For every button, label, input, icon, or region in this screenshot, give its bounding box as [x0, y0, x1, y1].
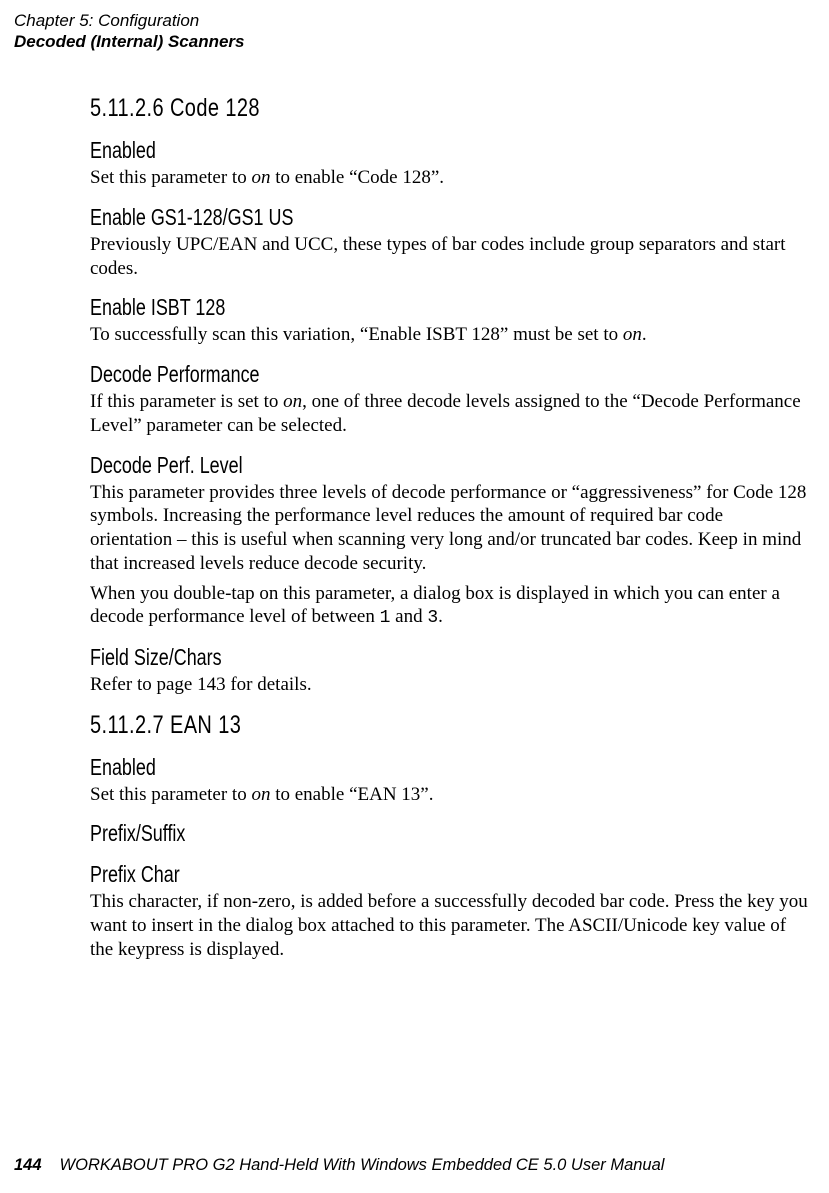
page-content: 5.11.2.6 Code 128 Enabled Set this param…: [90, 80, 809, 968]
text: UCC: [294, 234, 333, 255]
subheading-isbt: Enable ISBT 128: [90, 294, 651, 321]
text-italic: on: [251, 784, 270, 805]
heading-ean13: 5.11.2.7 EAN 13: [90, 711, 665, 740]
running-header-line2-text: Decoded (Internal) Scanners: [14, 32, 245, 51]
para-ean13-enabled: Set this parameter to on to enable “EAN …: [90, 783, 809, 807]
subheading-fieldsize: Field Size/Chars: [90, 644, 651, 671]
page-footer: 144 WORKABOUT PRO G2 Hand-Held With Windo…: [14, 1156, 664, 1175]
subheading-enabled: Enabled: [90, 137, 651, 164]
text: Previously UPC/EAN and: [90, 234, 294, 255]
text: To successfully scan this variation, “En…: [90, 324, 623, 345]
running-header: Chapter 5: Configuration Decoded (Intern…: [14, 10, 245, 53]
text-italic: on: [251, 167, 270, 188]
running-header-line1: Chapter 5: Configuration: [14, 10, 245, 31]
subheading-decodeperf: Decode Performance: [90, 361, 651, 388]
para-decodeperf: If this parameter is set to on, one of t…: [90, 390, 809, 438]
page-number: 144: [14, 1156, 42, 1174]
para-gs1: Previously UPC/EAN and UCC, these types …: [90, 233, 809, 281]
para-decodeperflevel-2: When you double-tap on this parameter, a…: [90, 582, 809, 630]
subheading-prefixsuffix: Prefix/Suffix: [90, 820, 651, 847]
text-mono: 1: [380, 608, 391, 628]
text: If this parameter is set to: [90, 391, 283, 412]
text: Set this parameter to: [90, 784, 251, 805]
text: and: [390, 606, 427, 627]
para-enabled: Set this parameter to on to enable “Code…: [90, 166, 809, 190]
para-isbt: To successfully scan this variation, “En…: [90, 323, 809, 347]
text-mono: 3: [427, 608, 438, 628]
para-prefixchar: This character, if non-zero, is added be…: [90, 890, 809, 961]
heading-code128: 5.11.2.6 Code 128: [90, 94, 665, 123]
text: to enable “Code 128”.: [270, 167, 444, 188]
text: Set this parameter to: [90, 167, 251, 188]
subheading-ean13-enabled: Enabled: [90, 754, 651, 781]
para-fieldsize: Refer to page 143 for details.: [90, 673, 809, 697]
subheading-decodeperflevel: Decode Perf. Level: [90, 452, 651, 479]
text-italic: on: [283, 391, 302, 412]
text: to enable “EAN 13”.: [270, 784, 433, 805]
running-header-line2: Decoded (Internal) Scanners: [14, 31, 245, 52]
para-decodeperflevel-1: This parameter provides three levels of …: [90, 481, 809, 576]
text: .: [438, 606, 443, 627]
text: .: [642, 324, 647, 345]
subheading-gs1: Enable GS1-128/GS1 US: [90, 204, 651, 231]
subheading-prefixchar: Prefix Char: [90, 861, 651, 888]
text-italic: on: [623, 324, 642, 345]
footer-text: WORKABOUT PRO G2 Hand-Held With Windows …: [60, 1156, 665, 1174]
